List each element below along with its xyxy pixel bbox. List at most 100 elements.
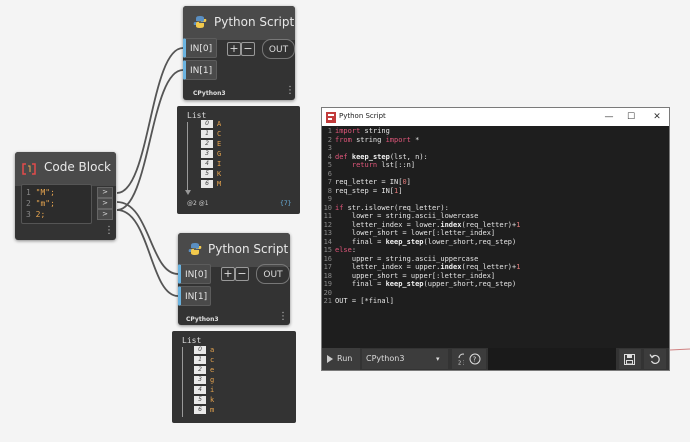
python-editor-icon [326,112,336,123]
line-number: 7 [327,178,332,186]
line-number: 2 [327,135,332,144]
python-logo-icon [188,243,202,255]
wire-m-upper [116,47,184,194]
output-port-out[interactable]: OUT [262,39,295,59]
code-line: 1 "M"; [26,188,55,197]
watch-preview-2: List 0a 1c 2e 3g 4i 5k 6m [172,331,296,423]
python-editor-window[interactable]: Python Script — ☐ ✕ 1 2 3 4 5 6 7 8 9 10… [321,107,670,371]
revert-button[interactable] [644,349,666,369]
engine-label: CPython3 [186,316,219,323]
run-button[interactable]: Run [322,348,360,370]
code-token: if [335,203,344,212]
input-port-in1[interactable]: IN[1] [183,60,217,80]
help-icon: ? [469,353,481,365]
code-line: if str.islower(req_letter): [335,203,449,212]
remove-input-button[interactable]: − [241,42,255,56]
python-script-node-2[interactable]: Python Script IN[0] IN[1] + − OUT CPytho… [178,233,290,325]
input-port-in1[interactable]: IN[1] [178,286,211,306]
revert-icon [649,354,660,365]
output-port-2[interactable]: > [97,198,113,209]
output-port-1[interactable]: > [97,187,113,198]
node-menu-icon[interactable]: ⋮ [285,86,295,96]
node-title: Python Script [214,15,295,29]
code-token: 0 [402,178,407,186]
line-number: 11 [323,212,332,220]
add-input-button[interactable]: + [227,42,241,56]
list-title: List [187,111,207,120]
play-icon [327,355,333,363]
code-line: final = keep_step(lower_short,req_step) [335,237,517,246]
line-number: 9 [327,195,332,203]
code-token: keep_step [385,237,424,246]
code-line: else: [335,246,357,254]
line-number: 15 [323,246,332,254]
code-line: letter_index = upper.index(req_letter)+1 [335,263,521,271]
list-title: List [182,336,202,345]
engine-dropdown[interactable]: CPython3 ▾ [362,349,448,369]
line-number: 1 [327,127,332,135]
line-number: 10 [323,203,332,212]
code-token: index [440,263,462,271]
line-number: 20 [323,288,332,297]
run-label: Run [337,354,353,363]
node-menu-icon[interactable]: ⋮ [278,312,288,322]
code-token: else [335,246,352,254]
line-number: 6 [327,169,332,178]
code-token: keep_step [385,280,424,288]
code-line: def keep_step(lst, n): [335,152,428,161]
output-port-3[interactable]: > [97,209,113,220]
code-line: req_letter = IN[0] [335,178,411,186]
line-number: 12 [323,220,332,229]
line-number: 14 [323,237,332,246]
code-line: letter_index = lower.index(req_letter)+1 [335,220,521,229]
code-token: def [335,152,348,161]
code-line: from string import * [335,135,420,144]
code-line: OUT = [*final] [335,297,395,305]
toolbar-spacer [488,348,616,370]
wire-stub [669,348,690,351]
list-tree-line [187,122,188,190]
close-button[interactable]: ✕ [650,110,664,124]
code-token: 1 [394,186,399,195]
code-block-node[interactable]: Code Block 1 "M"; 2 "m"; 3 2; > > > ⋮ [15,152,116,240]
code-token: index [440,220,462,229]
output-port-out[interactable]: OUT [256,264,290,284]
save-button[interactable] [619,349,641,369]
code-line: lower = string.ascii_lowercase [335,212,479,220]
svg-text:?: ? [473,356,477,364]
editor-titlebar[interactable]: Python Script — ☐ ✕ [322,108,669,126]
line-number: 5 [327,161,332,169]
node-title: Code Block [44,160,111,174]
line-number: 21 [323,297,332,305]
node-menu-icon[interactable]: ⋮ [104,226,114,236]
code-line: lower_short = lower[:letter_index] [335,229,496,237]
input-port-in0[interactable]: IN[0] [178,264,211,284]
code-line: 3 2; [26,210,46,219]
code-token: import [385,135,411,144]
editor-toolbar: Run CPython3 ▾ 2 3 ? [322,348,669,370]
code-token: from [335,135,352,144]
code-editor[interactable]: 1 2 3 4 5 6 7 8 9 10 11 12 13 14 15 16 1… [322,126,669,348]
python-script-node-1[interactable]: Python Script IN[0] IN[1] + − OUT CPytho… [183,6,295,100]
watch-preview-1: List 0A 1C 2E 3G 4I 5K 6M @2 @1 {7} [177,106,300,214]
line-number: 16 [323,254,332,263]
maximize-button[interactable]: ☐ [624,110,638,124]
engine-label: CPython3 [193,90,226,97]
wire-step-lower [116,209,179,297]
list-count: {7} [280,200,292,207]
code-block-icon [22,163,36,175]
code-line: upper_short = upper[:letter_index] [335,271,496,280]
code-line: return lst[::n] [351,161,416,169]
add-input-button[interactable]: + [221,267,235,281]
code-token: 1 [516,220,521,229]
list-down-arrow-icon [185,190,191,195]
list-levels: @2 @1 [187,200,209,207]
remove-input-button[interactable]: − [235,267,249,281]
help-button[interactable]: ? [464,349,486,369]
input-port-in0[interactable]: IN[0] [183,38,217,58]
code-editor-area[interactable]: 1 "M"; 2 "m"; 3 2; [21,184,92,224]
code-line: final = keep_step(upper_short,req_step) [335,280,517,288]
minimize-button[interactable]: — [602,110,616,124]
code-token: keep_step [351,152,390,161]
line-number: 3 [327,144,332,152]
